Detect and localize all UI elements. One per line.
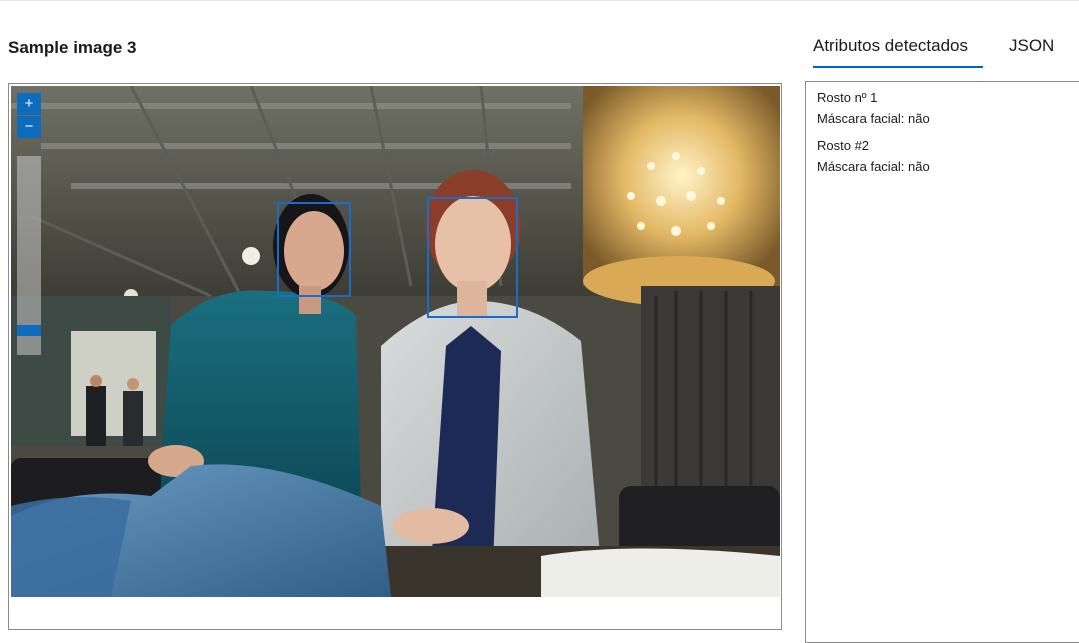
face-detection-box-1: [277, 202, 351, 297]
face-result-1: Rosto nº 1 Máscara facial: não: [817, 87, 930, 129]
face-result-2: Rosto #2 Máscara facial: não: [817, 135, 930, 177]
face-mask-attribute: Máscara facial: não: [817, 159, 930, 174]
face-label: Rosto nº 1: [817, 90, 878, 105]
selected-tab-indicator: [813, 66, 983, 68]
face-mask-attribute: Máscara facial: não: [817, 111, 930, 126]
image-title: Sample image 3: [8, 38, 137, 57]
tab-detected-attributes[interactable]: Atributos detectados: [813, 36, 968, 56]
face-detection-box-2: [427, 197, 518, 318]
image-viewer[interactable]: + −: [8, 83, 782, 630]
face-label: Rosto #2: [817, 138, 870, 153]
detected-attributes-panel: Rosto nº 1 Máscara facial: não Rosto #2 …: [805, 81, 1079, 643]
top-divider: [0, 0, 1079, 1]
tab-json[interactable]: JSON: [1009, 36, 1054, 56]
sample-photo: [11, 86, 780, 597]
zoom-slider-thumb[interactable]: [17, 325, 41, 336]
zoom-in-button[interactable]: +: [17, 93, 41, 115]
zoom-out-button[interactable]: −: [17, 116, 41, 138]
